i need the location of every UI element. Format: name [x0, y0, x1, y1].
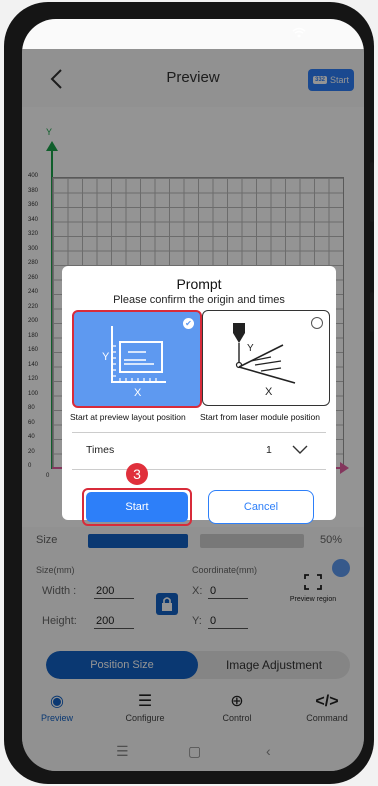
- status-bar: [22, 19, 364, 49]
- option-preview-layout[interactable]: Y X ✔: [72, 310, 202, 408]
- wifi-icon: [292, 27, 306, 38]
- times-value: 1: [266, 444, 272, 456]
- laser-module-icon: Y X: [233, 323, 296, 398]
- volume-button: [370, 162, 374, 222]
- svg-text:Y: Y: [102, 351, 110, 363]
- dialog-subtitle: Please confirm the origin and times: [113, 294, 285, 306]
- start-button-highlight[interactable]: Start: [82, 488, 192, 526]
- svg-text:Y: Y: [247, 343, 254, 354]
- option-laser-position[interactable]: Y X: [202, 310, 330, 406]
- preview-layout-icon: Y X: [102, 326, 166, 399]
- start-button[interactable]: Start: [86, 492, 188, 522]
- unselected-radio-icon: [311, 317, 323, 329]
- phone-frame: Preview 332 Start Y 400 380 360 340 320 300 28…: [4, 2, 374, 784]
- svg-text:X: X: [134, 387, 142, 399]
- prompt-dialog: Prompt Please confirm the origin and tim…: [62, 266, 336, 526]
- option-right-caption: Start from laser module position: [200, 412, 320, 422]
- cancel-button[interactable]: Cancel: [208, 490, 314, 524]
- option-left-caption: Start at preview layout position: [70, 412, 186, 422]
- chevron-down-icon[interactable]: [292, 443, 308, 455]
- svg-text:X: X: [265, 386, 273, 398]
- times-label: Times: [86, 444, 115, 456]
- power-button: [370, 292, 374, 332]
- selected-check-icon: ✔: [183, 318, 194, 329]
- screen: Preview 332 Start Y 400 380 360 340 320 300 28…: [22, 19, 364, 771]
- times-row[interactable]: Times 1: [86, 441, 316, 461]
- divider: [72, 469, 326, 470]
- divider: [72, 432, 326, 433]
- dialog-title: Prompt: [176, 276, 222, 292]
- step-badge: 3: [126, 463, 148, 485]
